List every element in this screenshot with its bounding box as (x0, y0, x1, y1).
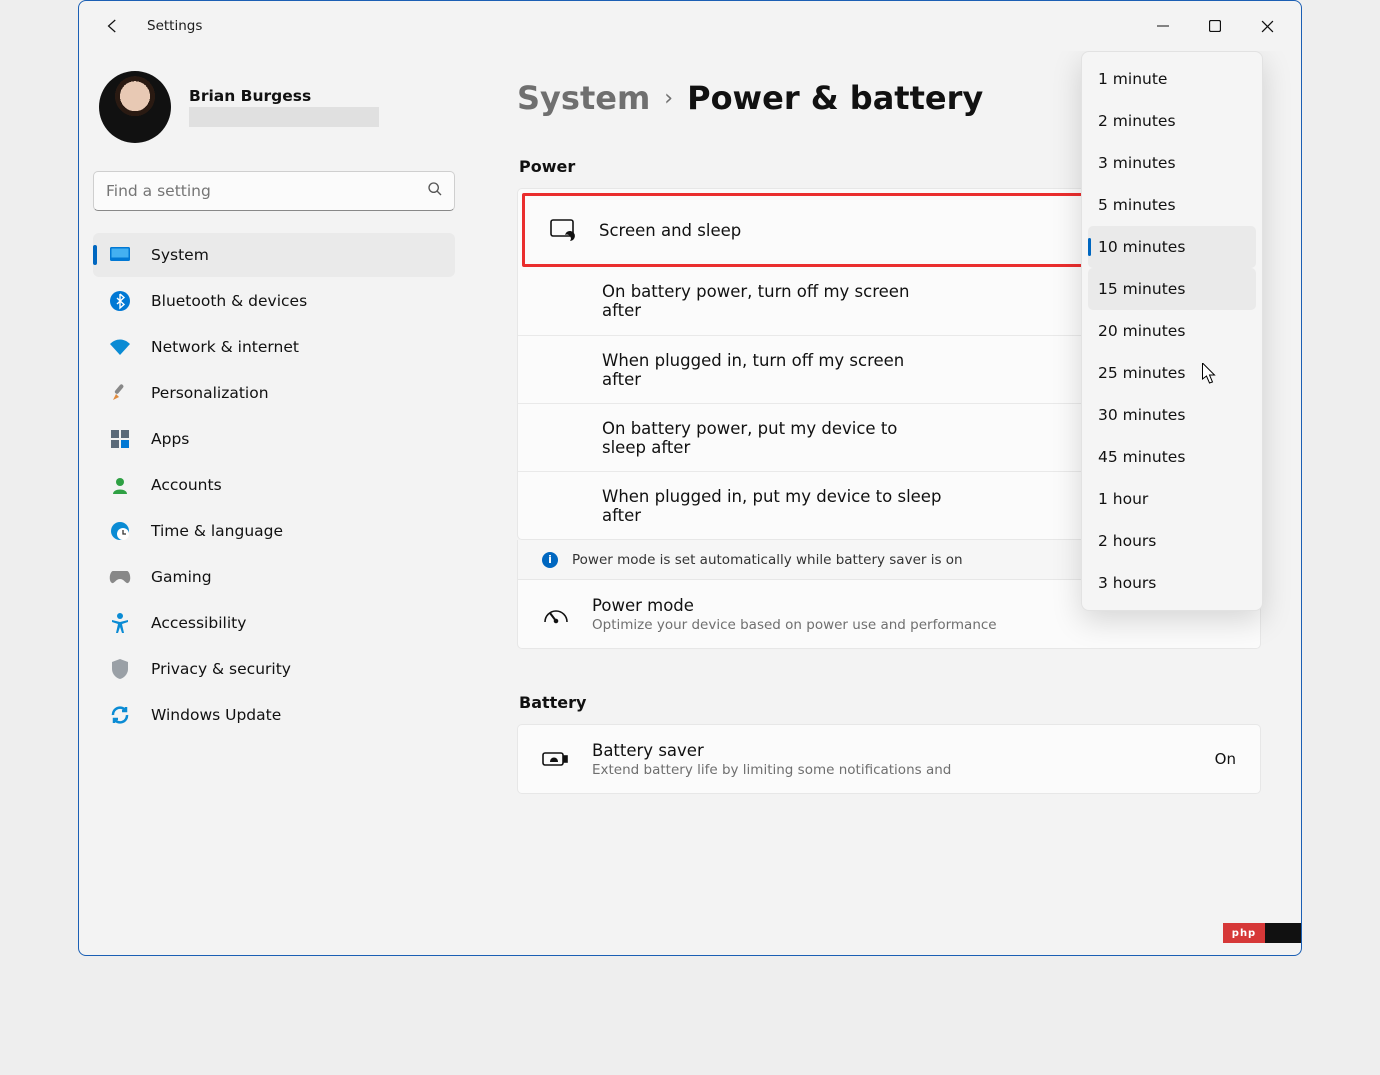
settings-window: Settings Brian Burgess (78, 0, 1302, 956)
sidebar-item-label: Windows Update (151, 706, 281, 724)
sidebar-item-label: Network & internet (151, 338, 299, 356)
dropdown-option[interactable]: 45 minutes (1088, 436, 1256, 478)
sidebar-item-gaming[interactable]: Gaming (93, 555, 455, 599)
dropdown-option[interactable]: 5 minutes (1088, 184, 1256, 226)
apps-icon (109, 428, 131, 450)
sidebar-item-label: System (151, 246, 209, 264)
setting-label: On battery power, turn off my screen aft… (602, 282, 942, 320)
sidebar-item-apps[interactable]: Apps (93, 417, 455, 461)
screen-sleep-icon (549, 219, 577, 241)
sidebar-item-label: Bluetooth & devices (151, 292, 307, 310)
sidebar-item-label: Gaming (151, 568, 212, 586)
breadcrumb-current: Power & battery (687, 79, 983, 117)
display-icon (109, 244, 131, 266)
sidebar-item-time[interactable]: Time & language (93, 509, 455, 553)
title-bar: Settings (79, 1, 1301, 51)
dropdown-option[interactable]: 2 hours (1088, 520, 1256, 562)
maximize-button[interactable] (1189, 7, 1241, 45)
shield-icon (109, 658, 131, 680)
section-battery-header: Battery (519, 693, 1261, 712)
breadcrumb-parent[interactable]: System (517, 79, 650, 117)
sidebar-item-label: Apps (151, 430, 189, 448)
back-button[interactable] (97, 10, 129, 42)
user-email-placeholder (189, 107, 379, 127)
gamepad-icon (109, 566, 131, 588)
avatar (99, 71, 171, 143)
wifi-icon (109, 336, 131, 358)
dropdown-option[interactable]: 1 minute (1088, 58, 1256, 100)
user-name: Brian Burgess (189, 87, 379, 105)
paintbrush-icon (109, 382, 131, 404)
dropdown-option[interactable]: 3 minutes (1088, 142, 1256, 184)
close-button[interactable] (1241, 7, 1293, 45)
power-mode-title: Power mode (592, 596, 997, 615)
chevron-right-icon: › (664, 86, 673, 111)
sidebar-item-update[interactable]: Windows Update (93, 693, 455, 737)
setting-label: On battery power, put my device to sleep… (602, 419, 942, 457)
sidebar-item-network[interactable]: Network & internet (93, 325, 455, 369)
sidebar-item-label: Accounts (151, 476, 222, 494)
person-icon (109, 474, 131, 496)
setting-label: When plugged in, put my device to sleep … (602, 487, 942, 525)
sidebar-item-privacy[interactable]: Privacy & security (93, 647, 455, 691)
battery-saver-value: On (1215, 750, 1236, 768)
power-mode-sub: Optimize your device based on power use … (592, 617, 997, 633)
sidebar-item-label: Time & language (151, 522, 283, 540)
sidebar-item-accessibility[interactable]: Accessibility (93, 601, 455, 645)
dropdown-option[interactable]: 1 hour (1088, 478, 1256, 520)
dropdown-option[interactable]: 2 minutes (1088, 100, 1256, 142)
search-icon (427, 181, 443, 201)
watermark-logo: php (1223, 923, 1301, 943)
main-content: System › Power & battery Power Screen an… (469, 51, 1301, 955)
minimize-button[interactable] (1137, 7, 1189, 45)
accessibility-icon (109, 612, 131, 634)
dropdown-option[interactable]: 25 minutes (1088, 352, 1256, 394)
duration-dropdown[interactable]: 1 minute 2 minutes 3 minutes 5 minutes 1… (1081, 51, 1263, 611)
user-block[interactable]: Brian Burgess (93, 71, 455, 159)
sidebar-item-label: Privacy & security (151, 660, 291, 678)
info-icon: i (542, 552, 558, 568)
gauge-icon (542, 604, 570, 624)
sidebar-item-personalization[interactable]: Personalization (93, 371, 455, 415)
search-box (93, 171, 455, 211)
app-title: Settings (147, 18, 202, 34)
battery-leaf-icon (542, 750, 570, 768)
dropdown-option[interactable]: 3 hours (1088, 562, 1256, 604)
sidebar: Brian Burgess System Bluetooth & devices (79, 51, 469, 955)
battery-saver-sub: Extend battery life by limiting some not… (592, 762, 951, 778)
dropdown-option-hover[interactable]: 15 minutes (1088, 268, 1256, 310)
screen-sleep-title: Screen and sleep (599, 221, 741, 240)
update-icon (109, 704, 131, 726)
setting-label: When plugged in, turn off my screen afte… (602, 351, 942, 389)
bluetooth-icon (109, 290, 131, 312)
battery-saver-row[interactable]: Battery saver Extend battery life by lim… (518, 725, 1260, 793)
dropdown-option[interactable]: 20 minutes (1088, 310, 1256, 352)
dropdown-option[interactable]: 30 minutes (1088, 394, 1256, 436)
search-input[interactable] (93, 171, 455, 211)
sidebar-item-bluetooth[interactable]: Bluetooth & devices (93, 279, 455, 323)
battery-saver-title: Battery saver (592, 741, 951, 760)
sidebar-item-system[interactable]: System (93, 233, 455, 277)
sidebar-item-label: Personalization (151, 384, 269, 402)
nav-list: System Bluetooth & devices Network & int… (93, 233, 455, 737)
sidebar-item-accounts[interactable]: Accounts (93, 463, 455, 507)
clock-globe-icon (109, 520, 131, 542)
battery-saver-card[interactable]: Battery saver Extend battery life by lim… (517, 724, 1261, 794)
sidebar-item-label: Accessibility (151, 614, 246, 632)
dropdown-option-selected[interactable]: 10 minutes (1088, 226, 1256, 268)
info-text: Power mode is set automatically while ba… (572, 552, 963, 568)
